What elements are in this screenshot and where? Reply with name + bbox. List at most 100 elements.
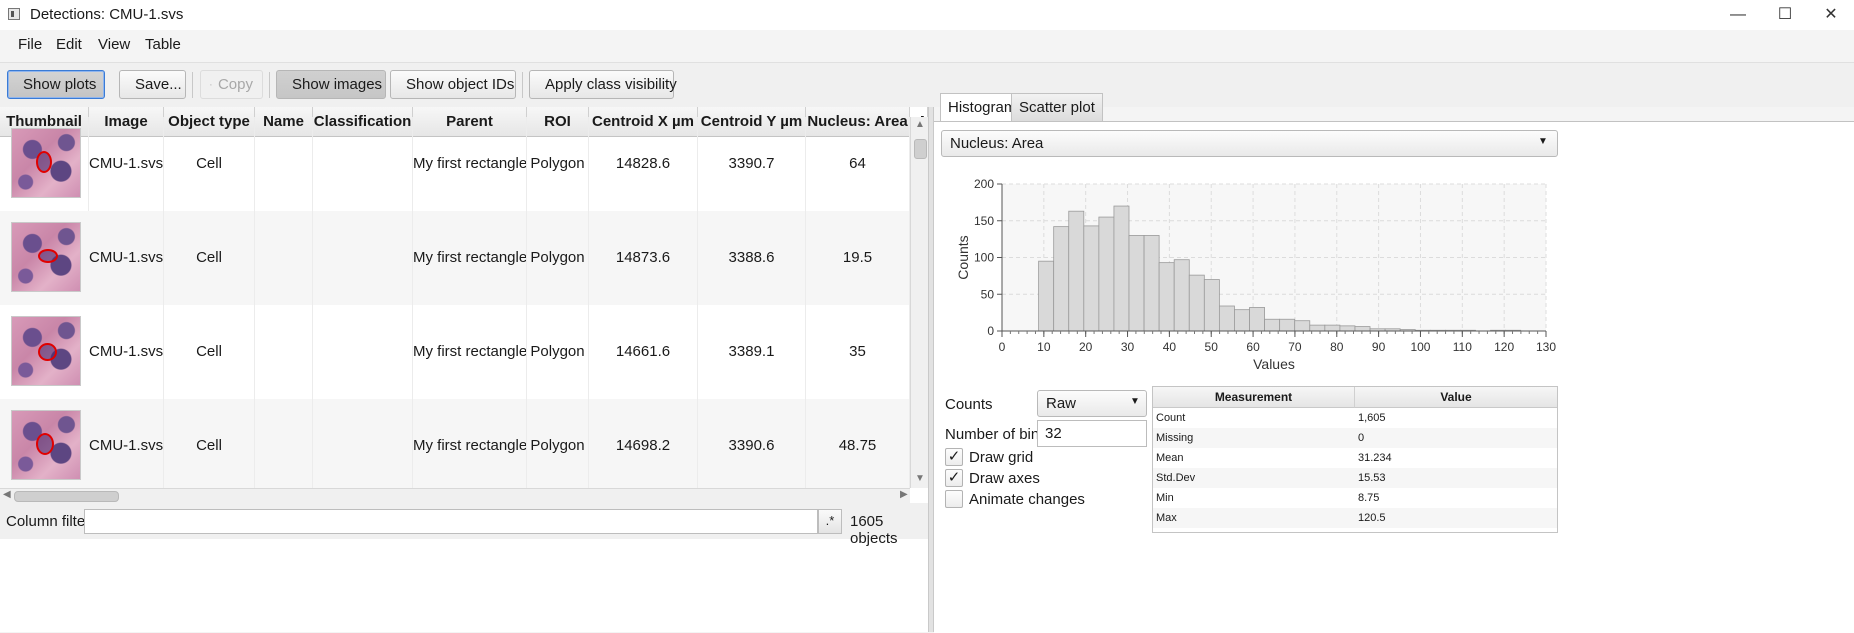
animate-changes-checkbox[interactable] bbox=[945, 490, 963, 508]
cell-roi: Polygon bbox=[527, 117, 589, 211]
x-tick-label: 100 bbox=[1410, 340, 1430, 354]
measurement-dropdown[interactable]: Nucleus: Area ▼ bbox=[941, 130, 1558, 157]
histogram-bar bbox=[1203, 279, 1220, 332]
maximize-button[interactable]: ☐ bbox=[1762, 0, 1808, 30]
toolbar-separator bbox=[522, 72, 523, 98]
vertical-scroll-thumb[interactable] bbox=[914, 139, 927, 159]
object-count: 1605 objects bbox=[850, 513, 898, 547]
show-plots-label: Show plots bbox=[23, 76, 97, 93]
cell-name bbox=[255, 305, 313, 399]
histogram-bar bbox=[1083, 225, 1100, 332]
checkmark-icon: ✓ bbox=[947, 448, 961, 465]
menu-view[interactable]: View bbox=[98, 36, 130, 53]
column-filter-input[interactable] bbox=[84, 509, 818, 534]
copy-label: Copy bbox=[217, 76, 253, 93]
counts-dropdown[interactable]: Raw ▼ bbox=[1037, 390, 1147, 417]
y-tick-label: 0 bbox=[987, 324, 994, 338]
cell-centroid-y: 3390.6 bbox=[698, 399, 806, 493]
apply-class-visibility-label: Apply class visibility bbox=[545, 76, 677, 93]
nucleus-outline bbox=[38, 249, 58, 263]
measurement-dropdown-value: Nucleus: Area bbox=[950, 135, 1044, 152]
y-tick-label: 150 bbox=[974, 214, 994, 228]
cell-centroid-y: 3389.1 bbox=[698, 305, 806, 399]
table-body: CMU-1.svs Cell My first rectangle Polygo… bbox=[0, 107, 910, 493]
x-tick-label: 60 bbox=[1246, 340, 1260, 354]
stats-row[interactable]: Std.Dev 15.53 bbox=[1153, 468, 1557, 488]
y-axis-title: Counts bbox=[955, 235, 971, 279]
scroll-left-icon[interactable]: ◀ bbox=[3, 489, 11, 500]
histogram-bar bbox=[1354, 326, 1371, 332]
show-plots-button[interactable]: Show plots bbox=[7, 70, 105, 99]
stats-header-value[interactable]: Value bbox=[1355, 387, 1557, 408]
stats-row[interactable]: Missing 0 bbox=[1153, 428, 1557, 448]
histogram-bar bbox=[1053, 226, 1070, 332]
x-tick-label: 120 bbox=[1494, 340, 1514, 354]
cell-object-type: Cell bbox=[164, 399, 255, 493]
scroll-up-icon[interactable]: ▲ bbox=[915, 119, 925, 130]
histogram-bar bbox=[1068, 210, 1085, 332]
vertical-scrollbar[interactable]: ▲ ▼ bbox=[910, 117, 929, 488]
cell-roi: Polygon bbox=[527, 305, 589, 399]
toolbar-separator bbox=[269, 72, 270, 98]
window-title: Detections: CMU-1.svs bbox=[30, 6, 184, 23]
cell-classification bbox=[313, 211, 413, 305]
measurement-table: Thumbnail Image Object type Name Classif… bbox=[0, 107, 929, 632]
cell-thumbnail bbox=[11, 128, 81, 198]
number-of-bins-input[interactable]: 32 bbox=[1037, 420, 1147, 447]
scroll-down-icon[interactable]: ▼ bbox=[915, 473, 925, 484]
histogram-chart: 0 10 20 30 40 50 60 70 80 90 100 110 120 130 0 50 100 150… bbox=[955, 177, 1556, 370]
histogram-bar bbox=[1128, 235, 1145, 332]
tab-scatter-plot[interactable]: Scatter plot bbox=[1011, 93, 1103, 121]
stats-row[interactable]: Count 1,605 bbox=[1153, 408, 1557, 428]
stats-measurement: Mean bbox=[1156, 452, 1184, 464]
regex-toggle-button[interactable]: .* bbox=[818, 509, 842, 534]
animate-changes-label: Animate changes bbox=[969, 491, 1085, 508]
x-tick-label: 90 bbox=[1372, 340, 1386, 354]
show-images-button[interactable]: Show images bbox=[276, 70, 386, 99]
stats-row[interactable]: Mean 31.234 bbox=[1153, 448, 1557, 468]
menu-file[interactable]: File bbox=[18, 36, 42, 53]
y-tick-label: 100 bbox=[974, 251, 994, 265]
close-button[interactable]: ✕ bbox=[1808, 0, 1854, 30]
draw-grid-checkbox[interactable]: ✓ bbox=[945, 448, 963, 466]
stats-measurement: Min bbox=[1156, 492, 1174, 504]
x-tick-label: 50 bbox=[1205, 340, 1219, 354]
nucleus-outline bbox=[36, 151, 52, 173]
toolbar-separator bbox=[192, 72, 193, 98]
show-object-ids-button[interactable]: Show object IDs bbox=[390, 70, 516, 99]
horizontal-scroll-thumb[interactable] bbox=[14, 491, 119, 502]
stats-value: 120.5 bbox=[1358, 512, 1386, 524]
menu-edit[interactable]: Edit bbox=[56, 36, 82, 53]
menu-table[interactable]: Table bbox=[145, 36, 181, 53]
save-button[interactable]: Save... bbox=[119, 70, 186, 99]
stats-header-measurement[interactable]: Measurement bbox=[1153, 387, 1355, 408]
copy-button[interactable]: Copy bbox=[200, 70, 263, 99]
stats-row[interactable]: Max 120.5 bbox=[1153, 508, 1557, 528]
x-tick-label: 70 bbox=[1288, 340, 1302, 354]
cell-nucleus-area: 64 bbox=[806, 117, 910, 211]
histogram-bar bbox=[1234, 309, 1250, 332]
cell-centroid-y: 3390.7 bbox=[698, 117, 806, 211]
scroll-right-icon[interactable]: ▶ bbox=[900, 489, 908, 500]
menu-bar: File Edit View Table bbox=[0, 30, 1854, 60]
apply-class-visibility-button[interactable]: Apply class visibility bbox=[529, 70, 677, 99]
histogram-bar bbox=[1143, 235, 1160, 332]
cell-image: CMU-1.svs bbox=[89, 399, 164, 493]
draw-axes-checkbox[interactable]: ✓ bbox=[945, 469, 963, 487]
minimize-button[interactable]: — bbox=[1715, 0, 1761, 30]
cell-classification bbox=[313, 399, 413, 493]
stats-value: 0 bbox=[1358, 432, 1365, 444]
column-filter-label: Column filter bbox=[6, 513, 91, 530]
cell-roi: Polygon bbox=[527, 399, 589, 493]
stats-row[interactable]: Min 8.75 bbox=[1153, 488, 1557, 508]
draw-grid-label: Draw grid bbox=[969, 449, 1034, 466]
horizontal-scrollbar[interactable]: ◀ ▶ bbox=[0, 488, 910, 503]
cell-classification bbox=[313, 117, 413, 211]
chevron-down-icon: ▼ bbox=[1538, 136, 1548, 147]
stats-value: 1,605 bbox=[1358, 412, 1386, 424]
cell-image: CMU-1.svs bbox=[89, 305, 164, 399]
histogram-bar bbox=[1113, 205, 1130, 332]
cell-name bbox=[255, 117, 313, 211]
cell-object-type: Cell bbox=[164, 305, 255, 399]
histogram-bar bbox=[1339, 325, 1356, 332]
